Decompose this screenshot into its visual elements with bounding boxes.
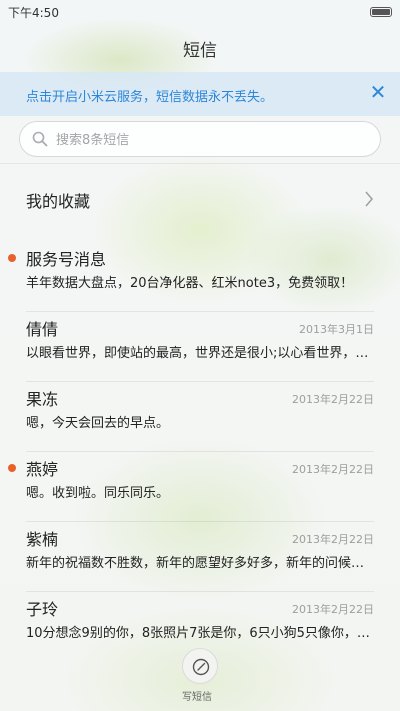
message-preview: 新年的祝福数不胜数，新年的愿望好多好多，新年的问候… [26, 556, 365, 571]
conversation-item[interactable]: 服务号消息 羊年数据大盘点，20台净化器、红米note3，免费领取！ [0, 242, 400, 312]
compose-button[interactable]: 写短信 [180, 648, 220, 708]
conversation-item[interactable]: 紫楠 2013年2月22日 新年的祝福数不胜数，新年的愿望好多好多，新年的问候… [0, 522, 400, 592]
search-bar[interactable] [19, 121, 381, 157]
favorites-label: 我的收藏 [26, 192, 91, 211]
close-icon[interactable]: ✕ [368, 82, 388, 102]
unread-dot [8, 254, 16, 262]
contact-name: 倩倩 [26, 320, 59, 339]
search-input[interactable] [54, 128, 358, 152]
contact-name: 果冻 [26, 390, 59, 409]
compose-icon[interactable] [182, 648, 218, 684]
message-preview: 嗯。收到啦。同乐同乐。 [26, 486, 170, 501]
status-bar: 下午4:50 [0, 0, 400, 24]
message-preview: 10分想念9别的你，8张照片7张是你，6只小狗5只像你，4… [26, 626, 374, 641]
conversation-item[interactable]: 果冻 2013年2月22日 嗯，今天会回去的早点。 [0, 382, 400, 452]
contact-name: 紫楠 [26, 530, 59, 549]
status-time: 下午4:50 [8, 6, 59, 20]
contact-name: 燕婷 [26, 460, 59, 479]
message-date: 2013年2月22日 [292, 603, 374, 616]
conversation-item[interactable]: 倩倩 2013年3月1日 以眼看世界，即使站的最高，世界还是很小;以心看世界，… [0, 312, 400, 382]
contact-name: 服务号消息 [26, 250, 107, 269]
chevron-right-icon [365, 191, 373, 207]
unread-dot [8, 464, 16, 472]
message-date: 2013年2月22日 [292, 533, 374, 546]
search-icon [32, 131, 48, 147]
message-date: 2013年2月22日 [292, 393, 374, 406]
battery-icon [370, 7, 392, 17]
message-date: 2013年3月1日 [299, 323, 374, 336]
message-preview: 嗯，今天会回去的早点。 [26, 416, 170, 431]
message-preview: 羊年数据大盘点，20台净化器、红米note3，免费领取！ [26, 276, 354, 291]
page-title: 短信 [183, 41, 217, 61]
message-date: 2013年2月22日 [292, 463, 374, 476]
compose-label: 写短信 [182, 692, 212, 703]
cloud-service-banner[interactable]: 点击开启小米云服务，短信数据永不丢失。 ✕ [0, 72, 400, 116]
banner-text[interactable]: 点击开启小米云服务，短信数据永不丢失。 [26, 86, 273, 105]
contact-name: 子玲 [26, 600, 59, 619]
favorites-item[interactable]: 我的收藏 [0, 176, 400, 222]
conversation-item[interactable]: 燕婷 2013年2月22日 嗯。收到啦。同乐同乐。 [0, 452, 400, 522]
divider [0, 163, 400, 164]
message-preview: 以眼看世界，即使站的最高，世界还是很小;以心看世界，… [26, 346, 369, 361]
